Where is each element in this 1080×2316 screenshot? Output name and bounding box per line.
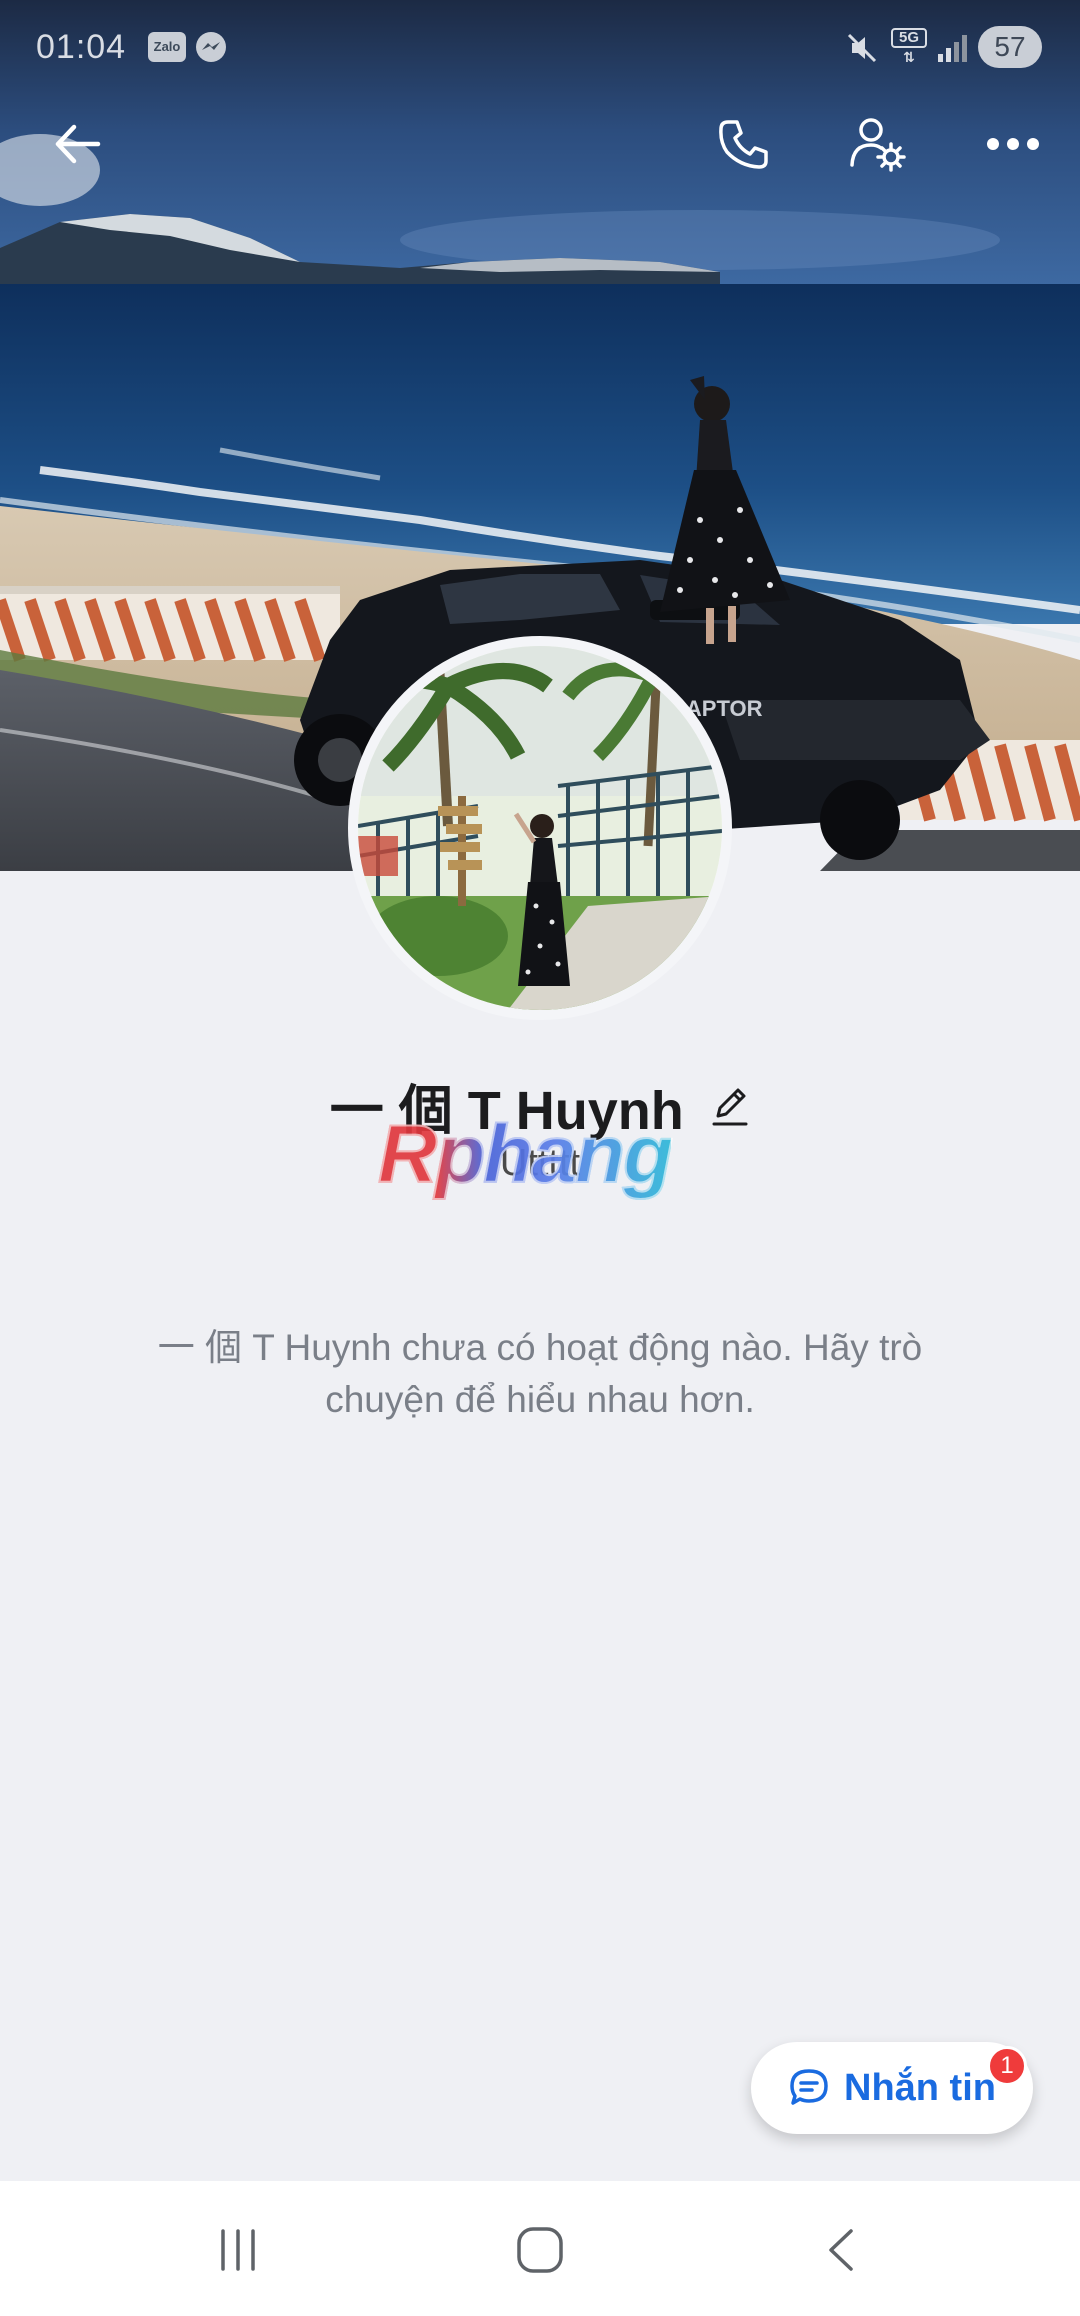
user-settings-button[interactable]	[842, 108, 914, 180]
unread-count-badge: 1	[987, 2046, 1027, 2086]
system-navigation-bar	[0, 2181, 1080, 2316]
call-button[interactable]	[708, 108, 780, 180]
battery-indicator: 57	[978, 26, 1042, 68]
home-button[interactable]	[495, 2205, 585, 2295]
more-button[interactable]	[977, 108, 1049, 180]
pencil-edit-icon[interactable]	[710, 1084, 750, 1128]
send-message-label: Nhắn tin	[844, 2066, 996, 2109]
back-button[interactable]	[42, 108, 114, 180]
chevron-left-icon	[829, 2229, 853, 2271]
phone-icon	[719, 120, 768, 169]
system-back-button[interactable]	[797, 2205, 887, 2295]
network-5g-icon: 5G ⇅	[891, 28, 927, 68]
signal-icon	[938, 35, 967, 62]
status-bar: 01:04 Zalo 5G ⇅ 57	[0, 0, 1080, 96]
arrow-left-icon	[55, 124, 101, 164]
user-gear-icon	[850, 118, 906, 172]
recent-apps-button[interactable]	[193, 2205, 283, 2295]
avatar[interactable]	[348, 636, 732, 1020]
status-time: 01:04	[36, 28, 127, 66]
watermark-logo: Rphang	[377, 1108, 674, 1201]
empty-activity-message: 一 個 T Huynh chưa có hoạt động nào. Hãy t…	[157, 1327, 923, 1420]
recents-icon	[221, 2229, 255, 2271]
more-dots-icon	[987, 138, 1039, 150]
zalo-notification-icon: Zalo	[148, 32, 186, 62]
home-icon	[517, 2227, 563, 2273]
chat-bubble-icon	[790, 2069, 828, 2105]
mute-icon	[847, 33, 877, 63]
messenger-icon	[196, 32, 226, 62]
